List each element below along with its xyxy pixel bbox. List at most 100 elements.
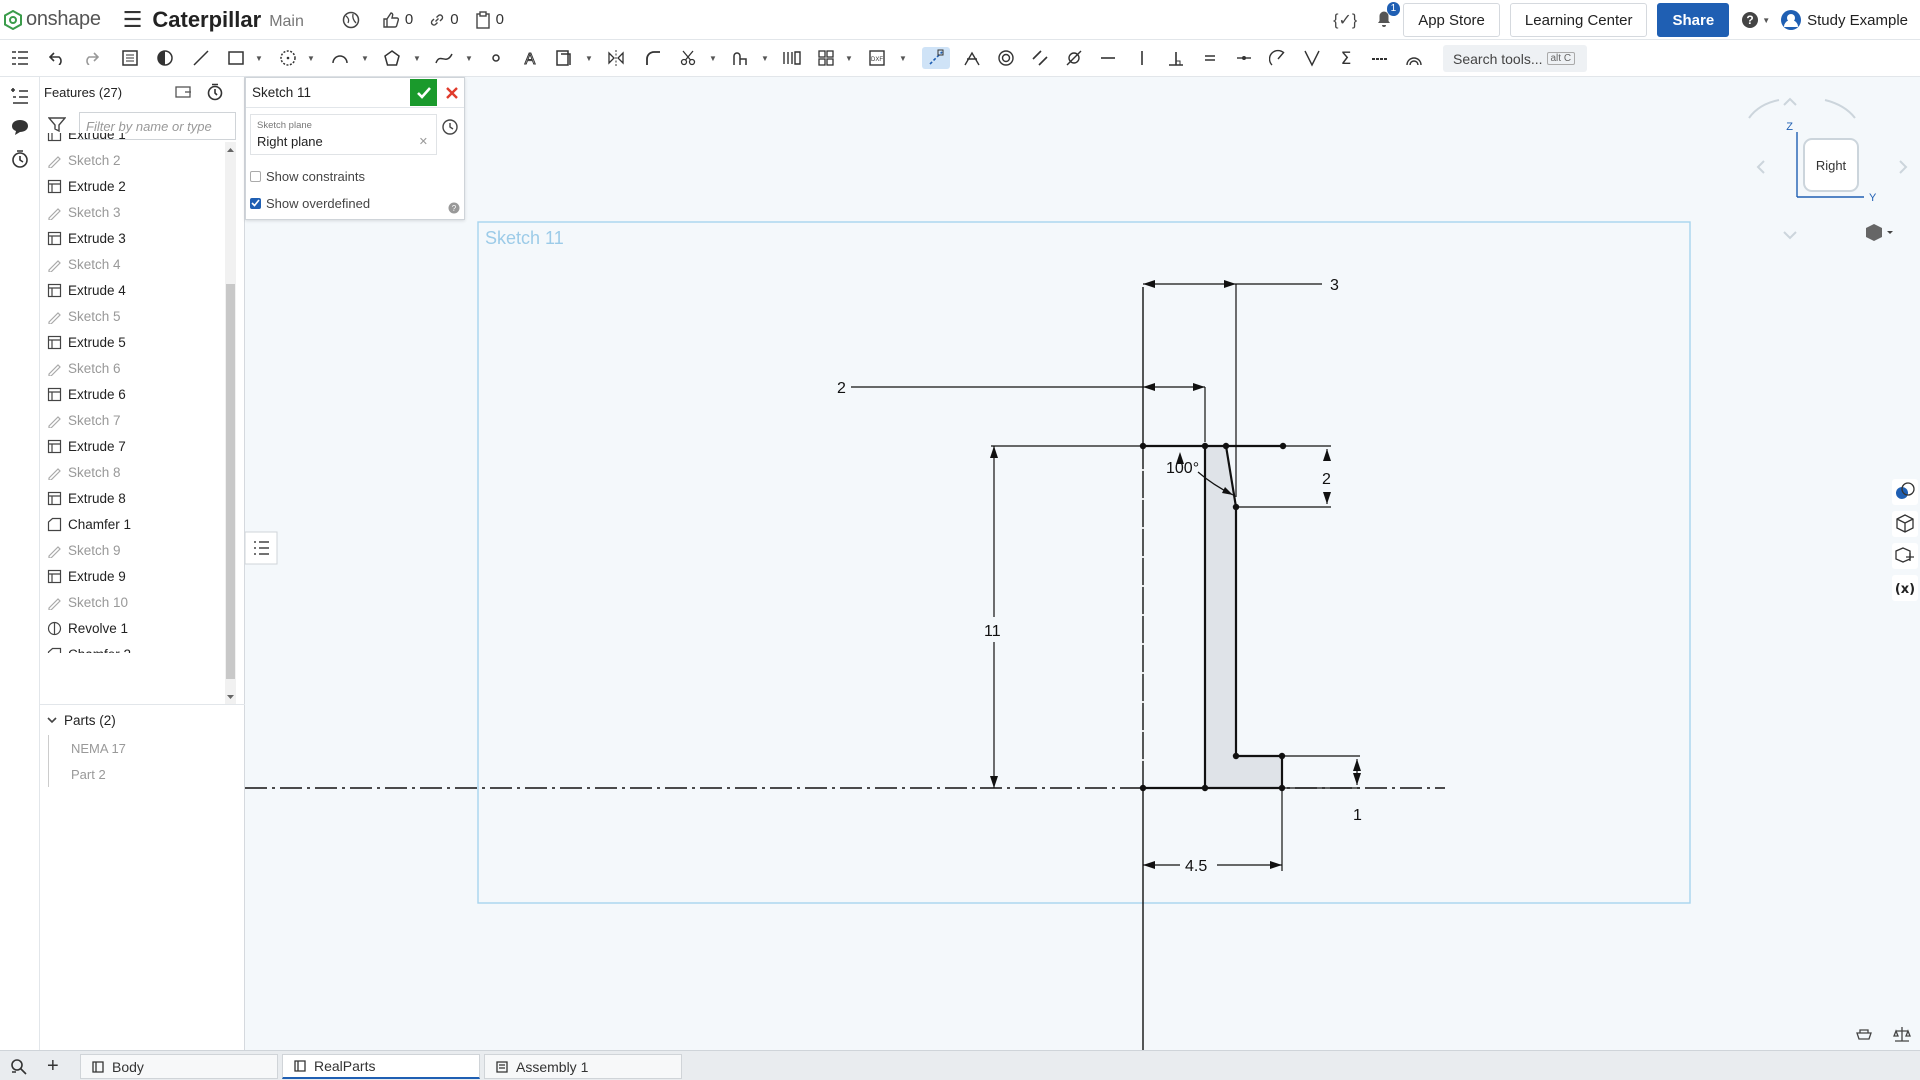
mass-properties-icon[interactable]: [1893, 1027, 1911, 1042]
feature-list-scrollbar[interactable]: [225, 142, 236, 705]
perpendicular-icon[interactable]: [1165, 47, 1187, 69]
view-normal-icon[interactable]: [154, 47, 176, 69]
pattern-icon[interactable]: [815, 47, 837, 69]
dimension-height-value[interactable]: 11: [984, 623, 1001, 640]
parts-header[interactable]: Parts (2): [40, 705, 245, 735]
trim-icon[interactable]: [677, 47, 699, 69]
construction-icon[interactable]: [922, 47, 950, 69]
sketch-plane-field[interactable]: Sketch plane Right plane ✕: [250, 114, 437, 155]
dimension-top-offset-value[interactable]: 2: [837, 380, 846, 397]
polygon-dropdown-icon[interactable]: ▼: [413, 54, 421, 63]
search-tools-input[interactable]: Search tools... alt C: [1443, 45, 1587, 72]
feature-item[interactable]: Extrude 6: [40, 381, 223, 407]
view-rotate-down-icon[interactable]: [1783, 231, 1797, 240]
feature-item[interactable]: Sketch 4: [40, 251, 223, 277]
show-constraints-checkbox[interactable]: [250, 170, 261, 182]
dimension-flange-thickness-value[interactable]: 1: [1353, 807, 1362, 824]
feature-item[interactable]: Sketch 2: [40, 147, 223, 173]
midpoint-icon[interactable]: [1233, 47, 1255, 69]
circle-dropdown-icon[interactable]: ▼: [307, 54, 315, 63]
trim-dropdown-icon[interactable]: ▼: [709, 54, 717, 63]
feature-list-icon[interactable]: [9, 47, 31, 69]
fillet-icon[interactable]: [642, 47, 664, 69]
view-rotate-right-icon[interactable]: [1899, 160, 1908, 174]
line-icon[interactable]: [190, 47, 212, 69]
comments-icon[interactable]: [10, 117, 30, 137]
like-button[interactable]: 0: [382, 11, 413, 29]
tab-realparts[interactable]: RealParts: [282, 1054, 480, 1079]
app-store-button[interactable]: App Store: [1403, 3, 1500, 37]
coincident-icon[interactable]: Σ: [1335, 47, 1357, 69]
feature-item[interactable]: Extrude 1: [40, 133, 223, 147]
user-menu[interactable]: Study Example: [1780, 9, 1908, 31]
feature-item[interactable]: Sketch 5: [40, 303, 223, 329]
show-overdefined-row[interactable]: Show overdefined: [250, 194, 370, 212]
clock-icon[interactable]: [441, 118, 459, 141]
feature-item[interactable]: Chamfer 2: [40, 641, 223, 653]
parallel-icon[interactable]: [1029, 47, 1051, 69]
pierce-icon[interactable]: [1301, 47, 1323, 69]
mirror-icon[interactable]: [605, 47, 627, 69]
tab-body[interactable]: Body: [80, 1054, 278, 1079]
view-cube[interactable]: Z Y Right: [1748, 97, 1908, 241]
appearance-panel-icon[interactable]: [1892, 479, 1918, 505]
menu-icon[interactable]: ☰: [123, 8, 143, 31]
feature-item[interactable]: Revolve 1: [40, 615, 223, 641]
public-globe-icon[interactable]: [342, 11, 360, 29]
offset-icon[interactable]: [553, 47, 575, 69]
rectangle-dropdown-icon[interactable]: ▼: [255, 54, 263, 63]
dimension-base-width[interactable]: [1143, 788, 1283, 871]
notifications-button[interactable]: 1: [1375, 1, 1401, 33]
normal-icon[interactable]: [1267, 47, 1289, 69]
document-title[interactable]: Caterpillar: [152, 7, 261, 33]
feature-item[interactable]: Extrude 7: [40, 433, 223, 459]
feature-item[interactable]: Sketch 8: [40, 459, 223, 485]
sketch-list-toggle[interactable]: [245, 531, 278, 565]
add-folder-icon[interactable]: [175, 85, 193, 102]
copies-button[interactable]: 0: [475, 10, 504, 29]
feature-item[interactable]: Extrude 2: [40, 173, 223, 199]
feature-item[interactable]: Extrude 4: [40, 277, 223, 303]
insert-feature-icon[interactable]: [10, 85, 30, 105]
part-item[interactable]: NEMA 17: [48, 735, 245, 761]
tab-assembly-1[interactable]: Assembly 1: [484, 1054, 682, 1079]
import-dxf-icon[interactable]: DXF: [867, 47, 889, 69]
graphics-canvas[interactable]: Sketch 11 3 2 100° 2 11 1 4.5 Z Y Right …: [245, 77, 1920, 1050]
accept-sketch-button[interactable]: [410, 79, 437, 106]
dimension-height[interactable]: [990, 445, 1143, 788]
add-tab-icon[interactable]: +: [47, 1055, 59, 1078]
pattern-dropdown-icon[interactable]: ▼: [845, 54, 853, 63]
variables-panel-icon[interactable]: (x): [1892, 575, 1918, 601]
view-rotate-left-icon[interactable]: [1756, 160, 1765, 174]
horizontal-icon[interactable]: [1097, 47, 1119, 69]
dimension-top-offset[interactable]: [851, 383, 1206, 442]
dimension-chamfer-height[interactable]: [1236, 445, 1331, 508]
feature-item[interactable]: Sketch 6: [40, 355, 223, 381]
point-icon[interactable]: [485, 47, 507, 69]
rectangle-icon[interactable]: [225, 47, 247, 69]
clear-plane-icon[interactable]: ✕: [419, 135, 428, 148]
measure-icon[interactable]: [1856, 1029, 1872, 1040]
rollback-timer-icon[interactable]: [206, 83, 224, 104]
branch-name[interactable]: Main: [269, 13, 304, 31]
show-constraints-row[interactable]: Show constraints: [250, 167, 365, 185]
help-circle-icon[interactable]: ?: [448, 201, 460, 219]
feature-item[interactable]: Sketch 3: [40, 199, 223, 225]
use-dropdown-icon[interactable]: ▼: [761, 54, 769, 63]
dimension-icon[interactable]: [961, 47, 983, 69]
variables-icon[interactable]: {✓}: [1333, 10, 1357, 30]
feature-item[interactable]: Extrude 5: [40, 329, 223, 355]
parts-panel-icon[interactable]: [1892, 511, 1918, 537]
onshape-logo[interactable]: onshape: [4, 8, 101, 31]
undo-icon[interactable]: [46, 47, 68, 69]
tab-manager-icon[interactable]: [9, 1057, 29, 1080]
spline-icon[interactable]: [433, 47, 455, 69]
equal-icon[interactable]: [1199, 47, 1221, 69]
feature-item[interactable]: Sketch 9: [40, 537, 223, 563]
view-rotate-up-icon[interactable]: [1783, 97, 1797, 106]
links-button[interactable]: 0: [429, 11, 459, 28]
show-overdefined-checkbox[interactable]: [250, 197, 261, 209]
view-options-icon[interactable]: [1866, 224, 1893, 241]
feature-item[interactable]: Extrude 9: [40, 563, 223, 589]
sketch-plane-icon[interactable]: [119, 47, 141, 69]
